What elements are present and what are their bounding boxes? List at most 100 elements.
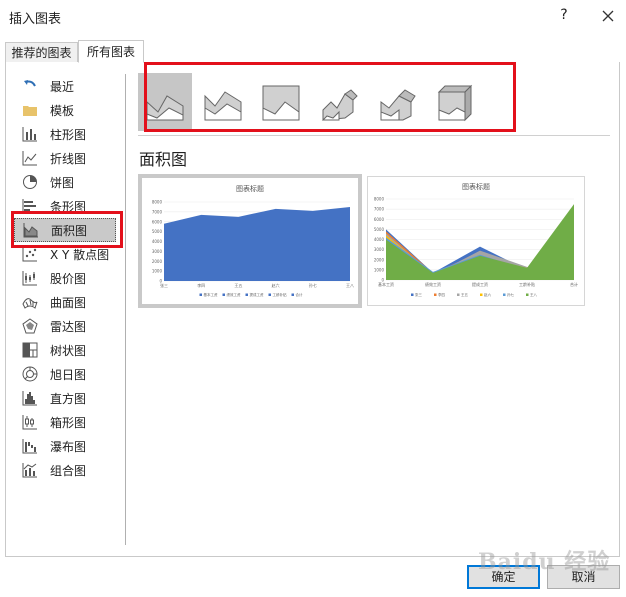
- scatter-chart-icon: [22, 246, 38, 262]
- sidebar-item-combo[interactable]: 组合图: [14, 458, 116, 482]
- sidebar-item-recent[interactable]: 最近: [14, 74, 116, 98]
- section-title: 面积图: [139, 150, 188, 169]
- legend-swatch: [411, 293, 414, 296]
- legend-swatch: [291, 293, 294, 296]
- y-tick-label: 2000: [152, 259, 163, 264]
- x-tick-label: 合计: [570, 281, 578, 287]
- line-chart-icon: [22, 150, 38, 166]
- sidebar-item-radar[interactable]: 雷达图: [14, 314, 116, 338]
- x-tick-label: 张三: [160, 282, 168, 288]
- ok-button[interactable]: 确定: [467, 565, 540, 589]
- area-icon: [146, 95, 184, 121]
- title-bar: 插入图表 ?: [0, 0, 626, 34]
- y-tick-label: 8000: [152, 200, 163, 205]
- legend-label: 赵六: [484, 292, 492, 297]
- legend-label: 王八: [530, 293, 538, 297]
- bar-chart-icon: [22, 198, 38, 214]
- sidebar-item-label: 股价图: [50, 271, 87, 286]
- sidebar-item-sunburst[interactable]: 旭日图: [14, 362, 116, 386]
- legend-swatch: [480, 293, 483, 296]
- y-tick-label: 7000: [374, 207, 385, 212]
- subtype-3d-area[interactable]: [312, 73, 366, 131]
- close-button[interactable]: [598, 6, 618, 26]
- sidebar-item-templates[interactable]: 模板: [14, 98, 116, 122]
- legend-swatch: [268, 293, 271, 296]
- subtype-percent-stacked-area[interactable]: [254, 73, 308, 131]
- x-tick-label: 王八: [346, 283, 354, 288]
- radar-chart-icon: [22, 318, 38, 334]
- y-tick-label: 3000: [374, 247, 385, 252]
- legend-swatch: [526, 293, 529, 296]
- tab-bar: 推荐的图表 所有图表: [5, 40, 619, 63]
- sidebar-item-label: 雷达图: [50, 319, 87, 334]
- subtype-area[interactable]: [138, 73, 192, 131]
- sidebar-item-label: X Y 散点图: [50, 247, 110, 262]
- sidebar-item-line[interactable]: 折线图: [14, 146, 116, 170]
- dialog-title: 插入图表: [9, 12, 62, 27]
- x-tick-label: 提成工资: [472, 281, 488, 287]
- sidebar-item-label: 模板: [50, 103, 75, 118]
- area-chart-icon: [23, 222, 39, 238]
- y-tick-label: 5000: [374, 227, 385, 232]
- surface-chart-icon: [22, 294, 38, 310]
- x-tick-label: 基本工资: [378, 281, 394, 287]
- sidebar-item-pie[interactable]: 饼图: [14, 170, 116, 194]
- sidebar-item-label: 旭日图: [50, 367, 87, 382]
- tab-all-charts[interactable]: 所有图表: [78, 40, 144, 63]
- sidebar-item-scatter[interactable]: X Y 散点图: [14, 242, 116, 266]
- pie-chart-icon: [22, 174, 38, 190]
- sidebar-item-column[interactable]: 柱形图: [14, 122, 116, 146]
- sidebar-item-area[interactable]: 面积图: [14, 218, 116, 242]
- help-button[interactable]: ?: [556, 5, 572, 25]
- y-tick-label: 1000: [374, 267, 385, 272]
- sidebar-item-label: 饼图: [50, 175, 75, 190]
- sidebar-item-waterfall[interactable]: 瀑布图: [14, 434, 116, 458]
- undo-icon: [22, 78, 38, 94]
- chart-preview-2-svg: 图表标题 010002000300040005000600070008000基本…: [374, 182, 578, 297]
- y-tick-label: 5000: [152, 229, 163, 234]
- y-tick-label: 6000: [374, 217, 385, 222]
- y-tick-label: 2000: [374, 257, 385, 262]
- chart-preview-1[interactable]: 图表标题 0 1000 2000 3000 4000 5000 6000 7000 8000 张三…: [138, 174, 362, 308]
- legend-label: 王五: [461, 293, 469, 297]
- sidebar-item-bar[interactable]: 条形图: [14, 194, 116, 218]
- y-tick-label: 8000: [374, 197, 385, 202]
- y-tick-label: 7000: [152, 209, 163, 214]
- legend-label: 孙七: [507, 292, 515, 297]
- sidebar-item-surface[interactable]: 曲面图: [14, 290, 116, 314]
- subtype-3d-stacked-area[interactable]: [370, 73, 424, 131]
- treemap-chart-icon: [22, 342, 38, 358]
- 3d-area-icon: [321, 89, 358, 121]
- sidebar-item-label: 最近: [50, 79, 75, 94]
- sidebar-item-label: 树状图: [50, 343, 87, 358]
- y-tick-label: 6000: [152, 219, 163, 224]
- y-tick-label: 4000: [374, 237, 385, 242]
- subtype-stacked-area[interactable]: [196, 73, 250, 131]
- y-tick-label: 3000: [152, 249, 163, 254]
- x-tick-label: 王五: [234, 283, 242, 288]
- legend-label: 合计: [296, 292, 304, 297]
- cancel-button[interactable]: 取消: [547, 565, 620, 589]
- sidebar-item-label: 瀑布图: [50, 439, 87, 454]
- legend-label: 张三: [415, 292, 423, 297]
- legend-label: 李四: [438, 292, 446, 297]
- legend-label: 工龄补贴: [273, 292, 287, 297]
- 3d-stacked-area-icon: [380, 89, 416, 121]
- legend-label: 提成工资: [250, 292, 264, 297]
- sidebar-item-stock[interactable]: 股价图: [14, 266, 116, 290]
- chart-preview-2[interactable]: 图表标题 0 1000 2000 3000 4000 5000 6000 7000 8000 基本…: [367, 176, 585, 306]
- x-tick-label: 孙七: [309, 282, 317, 288]
- box-whisker-chart-icon: [22, 414, 38, 430]
- percent-stacked-area-icon: [262, 85, 300, 121]
- sidebar-item-treemap[interactable]: 树状图: [14, 338, 116, 362]
- sidebar-item-label: 箱形图: [50, 415, 87, 430]
- waterfall-chart-icon: [22, 438, 38, 454]
- sidebar-item-box-whisker[interactable]: 箱形图: [14, 410, 116, 434]
- legend-swatch: [199, 293, 202, 296]
- subtype-3d-percent-stacked-area[interactable]: [428, 73, 482, 131]
- 3d-percent-stacked-area-icon: [437, 84, 473, 122]
- tab-recommended-charts[interactable]: 推荐的图表: [5, 42, 78, 63]
- sidebar-item-histogram[interactable]: 直方图: [14, 386, 116, 410]
- sidebar-item-label: 柱形图: [50, 127, 87, 142]
- histogram-chart-icon: [22, 390, 38, 406]
